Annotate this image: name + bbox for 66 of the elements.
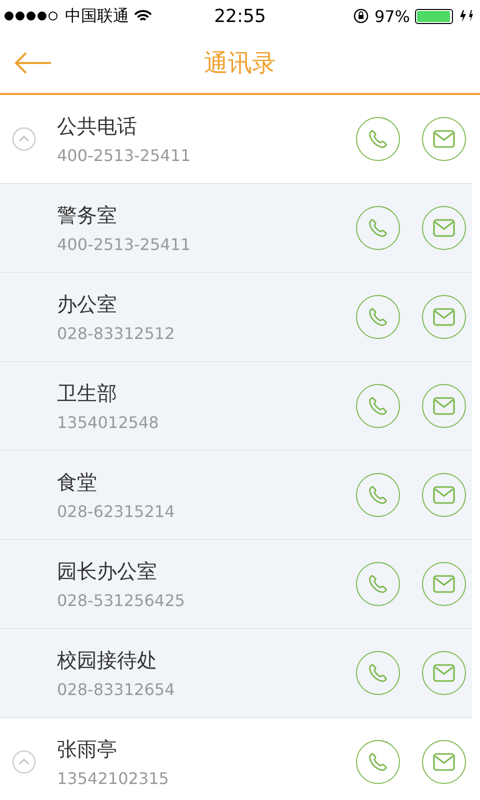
- message-button[interactable]: [422, 117, 466, 161]
- call-button[interactable]: [356, 651, 400, 695]
- phone-icon: [367, 573, 389, 595]
- phone-icon: [367, 395, 389, 417]
- phone-icon: [367, 662, 389, 684]
- phone-number: 028-83312654: [57, 680, 176, 699]
- envelope-icon: [433, 130, 455, 148]
- call-button[interactable]: [356, 562, 400, 606]
- envelope-icon: [433, 575, 455, 593]
- contact-name: 警务室: [57, 202, 118, 229]
- call-button[interactable]: [356, 384, 400, 428]
- phone-icon: [367, 484, 389, 506]
- charging-icon: [458, 9, 474, 23]
- carrier-name: 中国联通: [65, 6, 129, 26]
- battery-icon: [415, 8, 453, 24]
- contact-row[interactable]: 食堂 028-62315214: [0, 451, 472, 540]
- contact-name: 办公室: [57, 291, 118, 318]
- contact-row[interactable]: 园长办公室 028-531256425: [0, 540, 472, 629]
- phone-icon: [367, 751, 389, 773]
- phone-icon: [367, 128, 389, 150]
- call-button[interactable]: [356, 473, 400, 517]
- contact-name: 园长办公室: [57, 558, 158, 585]
- status-time: 22:55: [214, 6, 266, 26]
- battery-percent: 97%: [374, 6, 410, 26]
- call-button[interactable]: [356, 740, 400, 784]
- contact-row[interactable]: 校园接待处 028-83312654: [0, 629, 472, 718]
- message-button[interactable]: [422, 740, 466, 784]
- contact-name: 张雨亭: [57, 736, 118, 763]
- message-button[interactable]: [422, 651, 466, 695]
- rotation-lock-icon: [353, 8, 370, 24]
- contact-name: 校园接待处: [57, 647, 158, 674]
- envelope-icon: [433, 397, 455, 415]
- phone-number: 028-531256425: [57, 591, 186, 610]
- back-arrow-icon: [14, 50, 52, 74]
- collapse-icon[interactable]: [12, 750, 36, 774]
- contact-name: 食堂: [57, 469, 98, 496]
- message-button[interactable]: [422, 206, 466, 250]
- contact-row[interactable]: 警务室 400-2513-25411: [0, 184, 472, 273]
- call-button[interactable]: [356, 295, 400, 339]
- wifi-icon: [134, 10, 152, 22]
- envelope-icon: [433, 753, 455, 771]
- call-button[interactable]: [356, 117, 400, 161]
- collapse-icon[interactable]: [12, 127, 36, 151]
- message-button[interactable]: [422, 562, 466, 606]
- phone-number: 400-2513-25411: [57, 146, 192, 165]
- phone-icon: [367, 306, 389, 328]
- message-button[interactable]: [422, 473, 466, 517]
- phone-number: 1354012548: [57, 413, 160, 432]
- phone-number: 028-83312512: [57, 324, 176, 343]
- phone-icon: [367, 217, 389, 239]
- page-title: 通讯录: [204, 48, 276, 78]
- message-button[interactable]: [422, 295, 466, 339]
- envelope-icon: [433, 664, 455, 682]
- envelope-icon: [433, 219, 455, 237]
- envelope-icon: [433, 486, 455, 504]
- envelope-icon: [433, 308, 455, 326]
- contact-name: 卫生部: [57, 380, 118, 407]
- message-button[interactable]: [422, 384, 466, 428]
- signal-icon: [4, 11, 60, 21]
- phone-number: 400-2513-25411: [57, 235, 192, 254]
- phone-number: 13542102315: [57, 769, 170, 788]
- contact-row[interactable]: 办公室 028-83312512: [0, 273, 472, 362]
- contact-name: 公共电话: [57, 113, 138, 140]
- call-button[interactable]: [356, 206, 400, 250]
- phone-number: 028-62315214: [57, 502, 176, 521]
- contact-row[interactable]: 卫生部 1354012548: [0, 362, 472, 451]
